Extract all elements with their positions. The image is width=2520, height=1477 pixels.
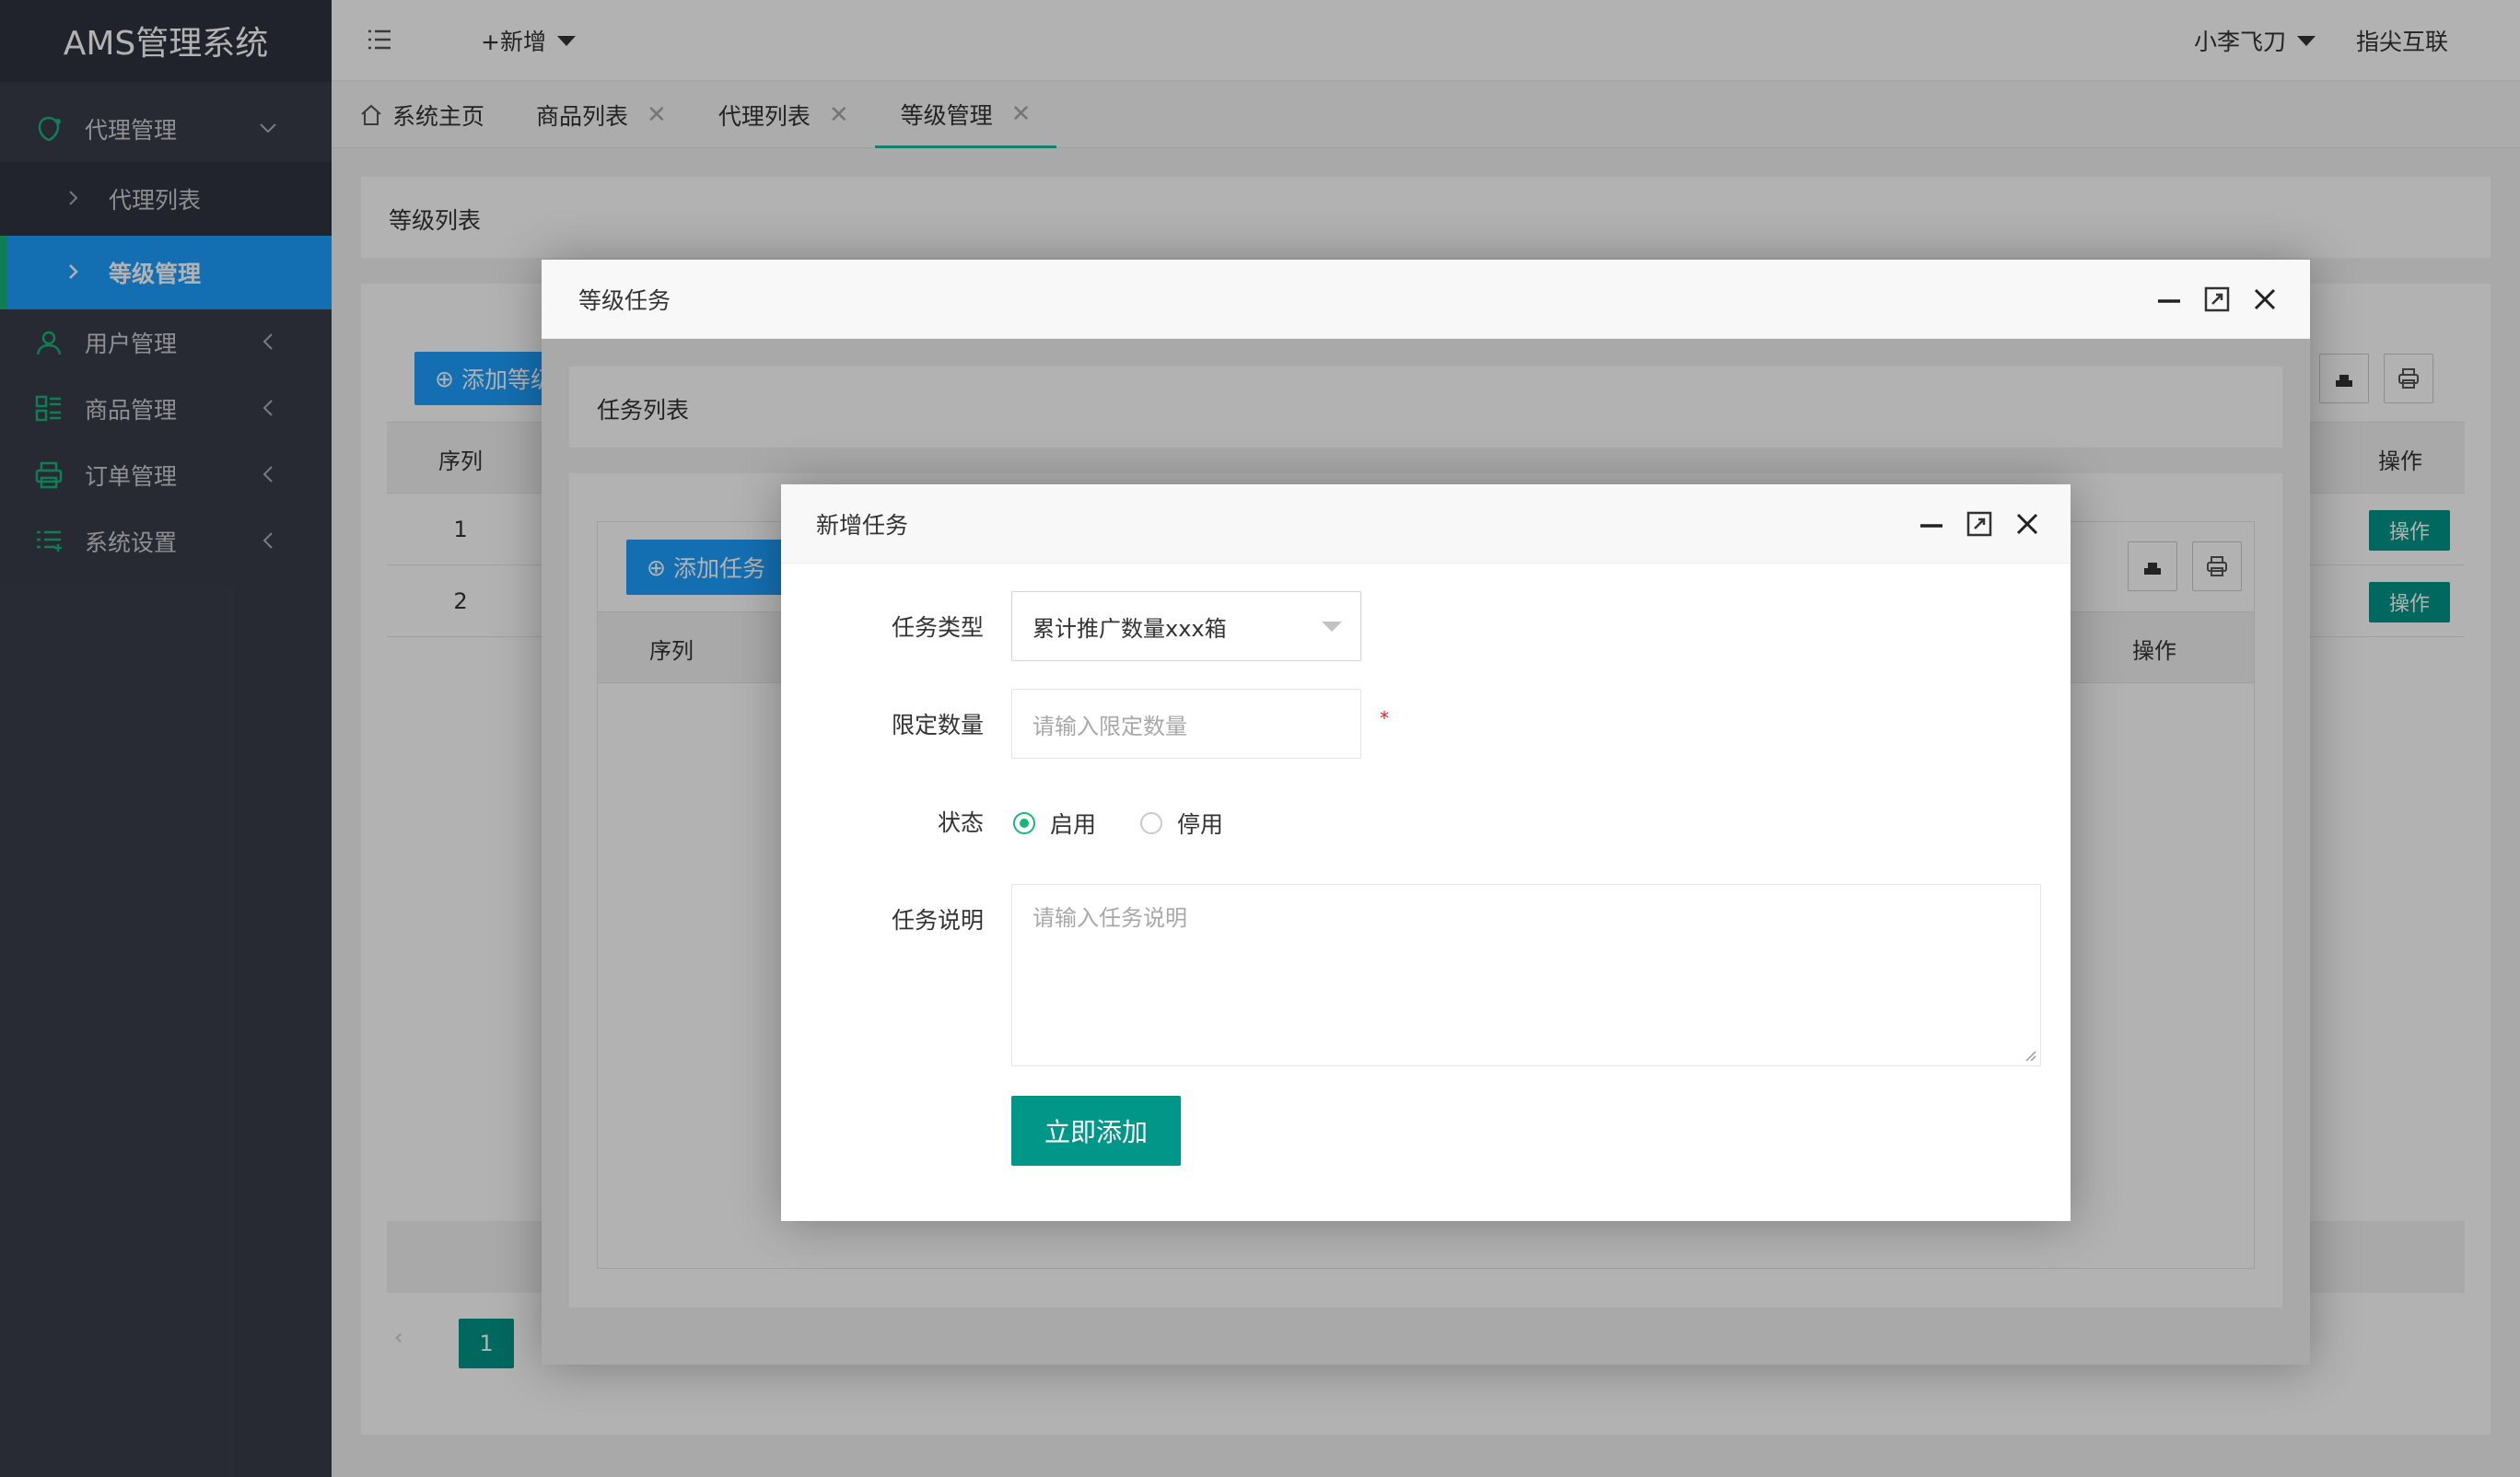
- maximize-icon[interactable]: [1964, 508, 1995, 540]
- resize-handle-icon[interactable]: [2024, 1049, 2036, 1062]
- task-type-label: 任务类型: [891, 614, 984, 641]
- status-enabled-radio[interactable]: 启用: [1013, 807, 1096, 840]
- minimize-icon[interactable]: [1916, 508, 1947, 540]
- limit-quantity-label: 限定数量: [891, 712, 984, 738]
- window-title-bar: 等级任务: [542, 260, 2310, 339]
- required-mark: *: [1380, 707, 1389, 729]
- window-title: 等级任务: [578, 286, 671, 314]
- select-arrow-icon: [1322, 622, 1342, 632]
- radio-unchecked-icon: [1140, 812, 1162, 834]
- close-icon[interactable]: [2249, 284, 2281, 315]
- task-type-select[interactable]: 累计推广数量xxx箱: [1011, 591, 1361, 661]
- limit-quantity-input[interactable]: 请输入限定数量: [1011, 689, 1361, 759]
- task-type-value: 累计推广数量xxx箱: [1032, 615, 1227, 642]
- submit-add-button[interactable]: 立即添加: [1011, 1096, 1181, 1166]
- radio-checked-icon: [1013, 812, 1035, 834]
- dialog-title: 新增任务: [816, 511, 909, 539]
- status-disabled-radio[interactable]: 停用: [1140, 807, 1223, 840]
- task-description-textarea[interactable]: 请输入任务说明: [1011, 884, 2041, 1066]
- close-icon[interactable]: [2012, 508, 2043, 540]
- radio-label: 停用: [1177, 811, 1224, 838]
- dialog-title-bar: 新增任务: [781, 484, 2071, 564]
- maximize-icon[interactable]: [2201, 284, 2233, 315]
- radio-label: 启用: [1050, 811, 1097, 838]
- status-label: 状态: [937, 809, 984, 836]
- new-task-dialog: 新增任务 任务类型 累计推广数量xxx箱 限定数量 请输入限定数量 * 状态 启…: [781, 484, 2071, 1221]
- task-description-placeholder: 请输入任务说明: [1032, 905, 1187, 931]
- task-description-label: 任务说明: [891, 907, 984, 934]
- minimize-icon[interactable]: [2153, 284, 2185, 315]
- limit-quantity-placeholder: 请输入限定数量: [1032, 713, 1187, 739]
